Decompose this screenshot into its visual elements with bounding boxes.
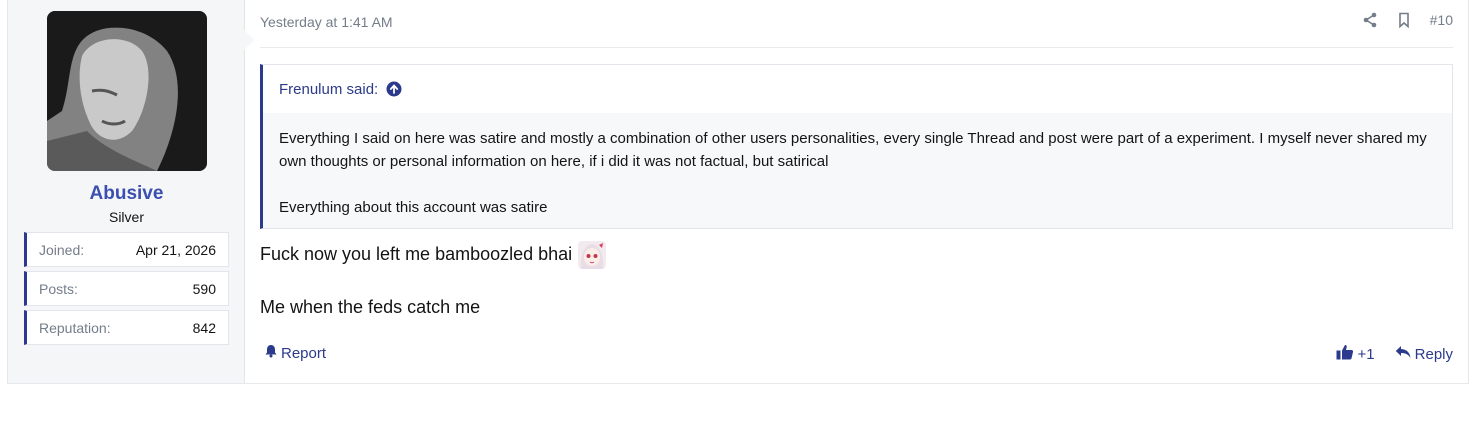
divider — [260, 47, 1453, 48]
report-label: Report — [281, 344, 327, 362]
post-content: Fuck now you left me bamboozled bhai Me … — [260, 240, 607, 321]
stat-value: Apr 21, 2026 — [135, 241, 216, 258]
username-link[interactable]: Abusive — [8, 183, 245, 205]
report-button[interactable]: Report — [264, 344, 326, 362]
quote-paragraph: Everything I said on here was satire and… — [279, 130, 1427, 170]
content-text: Fuck now you left me bamboozled bhai — [260, 244, 573, 264]
quote-paragraph: Everything about this account was satire — [279, 199, 548, 216]
anime-sticker-icon — [578, 241, 607, 270]
stat-label: Reputation: — [39, 319, 111, 336]
stat-label: Posts: — [39, 280, 78, 297]
user-title: Silver — [108, 209, 144, 225]
quote-block: Frenulum said: Everything I said on here… — [260, 64, 1453, 229]
avatar[interactable] — [47, 11, 207, 171]
thumbs-up-icon — [1336, 344, 1354, 364]
reply-label: Reply — [1414, 345, 1453, 363]
quote-body: Everything I said on here was satire and… — [263, 113, 1452, 219]
post-meta-actions: #10 — [1362, 12, 1453, 29]
footer-actions: +1 Reply — [1336, 344, 1453, 364]
quote-author[interactable]: Frenulum said: — [279, 81, 378, 98]
user-info-panel: Abusive Silver Joined: Apr 21, 2026 Post… — [8, 0, 254, 383]
stat-value: 842 — [192, 319, 216, 336]
quote-header[interactable]: Frenulum said: — [263, 65, 1452, 113]
content-text: Me when the feds catch me — [260, 297, 481, 318]
stat-posts: Posts: 590 — [24, 271, 229, 306]
stat-reputation: Reputation: 842 — [24, 310, 229, 345]
post-date[interactable]: Yesterday at 1:41 AM — [260, 14, 393, 30]
arrow-up-circle-icon[interactable] — [386, 81, 402, 97]
content-line: Fuck now you left me bamboozled bhai — [260, 240, 607, 270]
reply-button[interactable]: Reply — [1395, 345, 1453, 363]
message-post: Abusive Silver Joined: Apr 21, 2026 Post… — [7, 0, 1469, 384]
bookmark-icon[interactable] — [1396, 12, 1412, 29]
stat-value: 590 — [192, 280, 216, 297]
stat-joined: Joined: Apr 21, 2026 — [24, 232, 229, 267]
reply-icon — [1395, 345, 1411, 363]
post-footer: Report +1 Reply — [260, 342, 1453, 366]
share-icon[interactable] — [1362, 12, 1378, 28]
bell-icon — [264, 344, 278, 362]
like-button[interactable]: +1 — [1336, 344, 1375, 364]
reaction-count[interactable]: +1 — [1358, 346, 1375, 363]
stat-label: Joined: — [39, 241, 85, 258]
post-number-link[interactable]: #10 — [1430, 12, 1453, 28]
